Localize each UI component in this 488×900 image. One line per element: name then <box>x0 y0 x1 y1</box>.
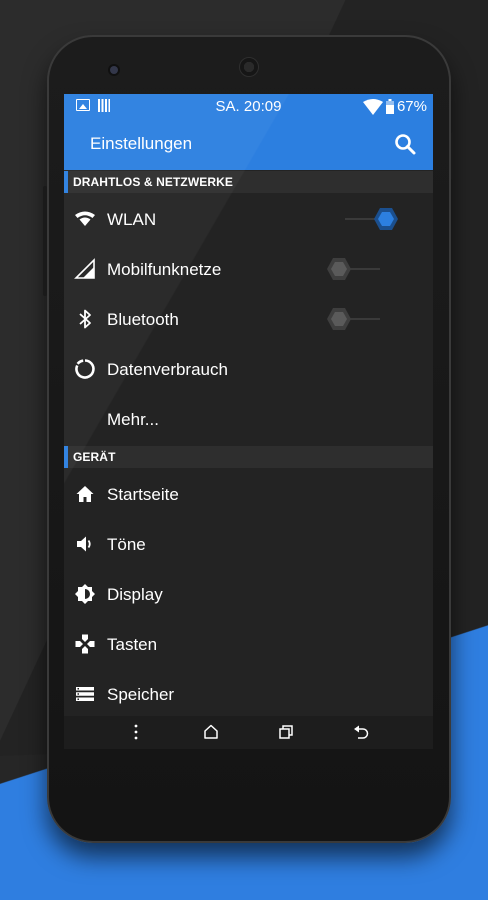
settings-item-bluetooth[interactable]: Bluetooth <box>64 295 433 345</box>
gamepad-icon <box>75 634 95 654</box>
settings-item-sounds[interactable]: Töne <box>64 520 433 570</box>
menu-icon[interactable] <box>126 722 146 742</box>
settings-item-more[interactable]: Mehr... <box>64 395 433 445</box>
mobile-networks-toggle[interactable] <box>326 257 386 281</box>
wlan-toggle[interactable] <box>345 207 405 231</box>
earpiece-speaker <box>239 57 259 77</box>
bluetooth-icon <box>79 309 91 329</box>
home-icon <box>76 486 94 502</box>
front-camera <box>110 66 118 74</box>
back-icon[interactable] <box>351 722 371 742</box>
settings-item-label: WLAN <box>107 210 157 229</box>
settings-item-display[interactable]: Display <box>64 570 433 620</box>
settings-item-label: Startseite <box>107 485 179 504</box>
settings-item-label: Mehr... <box>107 410 159 429</box>
settings-item-buttons[interactable]: Tasten <box>64 620 433 670</box>
volume-button <box>451 132 455 180</box>
battery-level: 67% <box>396 98 427 115</box>
screen: SA. 20:09 67% Einstellungen DRAHTLOS & N… <box>64 94 433 749</box>
settings-item-label: Töne <box>107 535 146 554</box>
battery-icon <box>385 99 394 114</box>
wifi-signal-icon <box>362 98 383 115</box>
settings-item-label: Speicher <box>107 685 175 704</box>
brightness-icon <box>75 584 95 604</box>
recents-icon[interactable] <box>276 722 296 742</box>
status-bar: SA. 20:09 67% <box>64 94 433 118</box>
app-bar: Einstellungen <box>64 118 433 170</box>
signal-icon <box>74 258 95 279</box>
section-title: GERÄT <box>73 450 116 464</box>
settings-item-mobile-networks[interactable]: Mobilfunknetze <box>64 245 433 295</box>
settings-item-data-usage[interactable]: Datenverbrauch <box>64 345 433 395</box>
settings-item-home[interactable]: Startseite <box>64 470 433 520</box>
bluetooth-toggle[interactable] <box>326 307 386 331</box>
data-usage-icon <box>75 359 95 379</box>
settings-item-label: Display <box>107 585 163 604</box>
wifi-icon <box>75 211 95 226</box>
settings-item-label: Mobilfunknetze <box>107 260 222 279</box>
volume-icon <box>77 536 91 552</box>
navigation-bar <box>64 716 433 749</box>
search-icon[interactable] <box>393 132 417 156</box>
settings-item-label: Bluetooth <box>107 310 179 329</box>
page-title: Einstellungen <box>90 134 193 153</box>
power-button <box>43 186 47 296</box>
section-header-wireless: DRAHTLOS & NETZWERKE <box>64 171 433 193</box>
settings-item-wlan[interactable]: WLAN <box>64 195 433 245</box>
storage-icon <box>76 687 94 701</box>
settings-item-label: Datenverbrauch <box>107 360 228 379</box>
section-header-device: GERÄT <box>64 446 433 468</box>
settings-item-storage[interactable]: Speicher <box>64 670 433 720</box>
settings-item-label: Tasten <box>107 635 158 654</box>
home-icon[interactable] <box>201 722 221 742</box>
section-title: DRAHTLOS & NETZWERKE <box>73 175 233 189</box>
